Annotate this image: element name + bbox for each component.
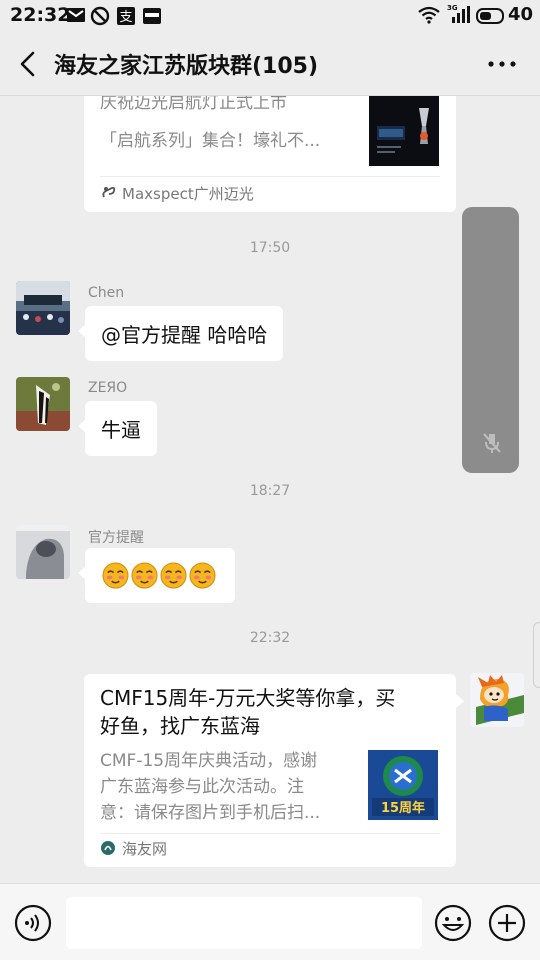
card-source: Maxspect广州迈光 [122, 185, 254, 203]
shy-face-emoji-icon [160, 562, 187, 589]
emoji-button[interactable] [434, 904, 472, 942]
battery-icon [476, 8, 504, 24]
site-logo-icon [101, 841, 115, 855]
microphone-off-icon [483, 433, 501, 453]
edge-scroll-handle[interactable] [533, 622, 540, 688]
card-thumbnail [369, 96, 439, 166]
miniprogram-icon [102, 186, 116, 198]
lamp-product-image [369, 96, 439, 166]
thumb-caption: 15周年 [381, 800, 425, 816]
card-description: 「启航系列」集合！壕礼不... [100, 131, 321, 151]
status-bar: 22:32 支 3G 40 [0, 0, 540, 32]
card-source: 海友网 [122, 840, 168, 858]
mail-icon [67, 8, 85, 22]
message-bubble[interactable] [78, 548, 235, 603]
battery-level: 40 [508, 4, 534, 25]
news-icon [143, 8, 161, 24]
input-bar [0, 883, 540, 960]
message-bubble[interactable]: 牛逼 [78, 401, 157, 456]
alipay-icon: 支 [117, 7, 135, 25]
avatar-image [16, 281, 70, 335]
sender-name: 官方提醒 [88, 530, 144, 546]
voice-input-button[interactable] [14, 904, 52, 942]
sender-name: ZEЯO [88, 380, 128, 396]
avatar-chen[interactable] [16, 281, 70, 335]
card-divider [100, 833, 440, 834]
chat-title: 海友之家江苏版块群(105) [54, 54, 319, 79]
chat-header: 海友之家江苏版块群(105) [0, 32, 540, 96]
sender-name: Chen [88, 285, 125, 301]
more-options-button[interactable] [484, 52, 520, 76]
message-text: @官方提醒 哈哈哈 [101, 323, 268, 347]
card-description-line3: 意：请保存图片到手机后扫... [100, 803, 321, 823]
timestamp: 18:27 [249, 483, 291, 499]
back-button[interactable] [14, 48, 42, 80]
svg-text:支: 支 [119, 10, 132, 25]
card-title-line2: 好鱼，找广东蓝海 [100, 714, 260, 738]
signal-icon [452, 6, 470, 23]
anniversary-logo-image: 15周年 [368, 750, 438, 820]
avatar-official[interactable] [16, 525, 70, 579]
message-bubble[interactable]: @官方提醒 哈哈哈 [77, 306, 284, 361]
timestamp: 17:50 [249, 240, 291, 256]
avatar-image [16, 525, 70, 579]
shy-face-emoji-icon [102, 562, 129, 589]
card-description-line1: CMF-15周年庆典活动，感谢 [100, 751, 318, 771]
shy-face-emoji-icon [189, 562, 216, 589]
avatar-image [16, 377, 70, 431]
timestamp: 22:32 [249, 630, 291, 646]
card-title-text: 庆祝迈光启航灯正式上市 [100, 96, 287, 113]
card-title-line1: CMF15周年-万元大奖等你拿，买 [100, 686, 396, 710]
link-card-cmf[interactable]: CMF15周年-万元大奖等你拿，买 好鱼，找广东蓝海 CMF-15周年庆典活动，… [84, 674, 464, 867]
message-input[interactable] [66, 897, 422, 949]
status-time: 22:32 [10, 4, 71, 26]
avatar-self[interactable] [470, 673, 524, 727]
shy-face-emoji-icon [131, 562, 158, 589]
more-functions-button[interactable] [488, 904, 526, 942]
card-thumbnail: 15周年 [368, 750, 438, 820]
message-text: 牛逼 [101, 418, 141, 442]
chat-message-list[interactable]: 庆祝迈光启航灯正式上市 「启航系列」集合！壕礼不... Maxspect广州迈光… [0, 96, 540, 883]
avatar-zero[interactable] [16, 377, 70, 431]
card-divider [100, 176, 440, 177]
card-description-line2: 广东蓝海参与此次活动。注 [100, 777, 304, 797]
avatar-image [470, 673, 524, 727]
no-disturb-icon [90, 6, 110, 26]
link-card-maxspect[interactable]: 庆祝迈光启航灯正式上市 「启航系列」集合！壕礼不... Maxspect广州迈光 [84, 96, 456, 212]
floating-call-window[interactable] [462, 207, 519, 473]
wifi-icon [418, 6, 440, 24]
